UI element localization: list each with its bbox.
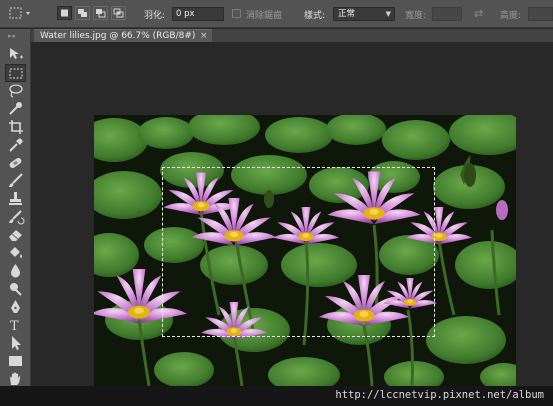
width-label: 寬度: [405, 11, 427, 21]
paint-bucket-tool[interactable] [5, 244, 26, 262]
brush-icon [9, 173, 23, 187]
style-label: 樣式: [304, 11, 326, 21]
antialias-label: 消除鋸齒 [246, 11, 283, 21]
style-select[interactable]: 正常 ▼ [333, 7, 395, 21]
antialias-checkbox[interactable] [232, 9, 241, 18]
document-tab-title: Water lilies.jpg @ 66.7% (RGB/8#) [40, 31, 196, 41]
watermark-text: http://lccnetvip.pixnet.net/album [335, 389, 544, 401]
horizontal-type-tool[interactable]: T [5, 316, 26, 334]
height-input[interactable] [528, 7, 553, 21]
lasso-icon [9, 84, 23, 98]
subtract-from-selection-button[interactable] [93, 6, 108, 20]
feather-label: 羽化: [144, 11, 166, 21]
clone-stamp-tool[interactable] [5, 190, 26, 208]
bandage-icon [9, 157, 22, 169]
new-selection-button[interactable] [57, 6, 72, 20]
add-to-selection-button[interactable] [75, 6, 90, 20]
water-lilies-photo [94, 115, 516, 386]
paint-bucket-icon [10, 247, 22, 258]
eyedropper-tool[interactable] [5, 136, 26, 154]
tools-panel: ▸▸ T [0, 29, 31, 406]
move-icon [10, 48, 23, 59]
rectangle-icon [9, 356, 22, 366]
eraser-tool[interactable] [5, 226, 26, 244]
width-input[interactable] [432, 7, 462, 21]
rectangular-marquee-tool[interactable] [5, 64, 26, 82]
dodge-tool[interactable] [5, 280, 26, 298]
type-icon: T [10, 319, 19, 334]
eraser-icon [9, 230, 22, 241]
brush-tool[interactable] [5, 172, 26, 190]
document-tab-bar: Water lilies.jpg @ 66.7% (RGB/8#) × [31, 29, 553, 42]
move-tool[interactable] [5, 45, 26, 63]
pen-icon [11, 300, 20, 313]
crop-icon [9, 120, 23, 134]
lasso-tool[interactable] [5, 82, 26, 100]
dodge-icon [10, 283, 22, 296]
blur-tool[interactable] [5, 262, 26, 280]
swap-dimensions-icon[interactable]: ⇄ [474, 7, 483, 20]
spot-healing-brush-tool[interactable] [5, 154, 26, 172]
quick-selection-tool[interactable] [5, 100, 26, 118]
pen-tool[interactable] [5, 298, 26, 316]
document-tab[interactable]: Water lilies.jpg @ 66.7% (RGB/8#) × [34, 29, 212, 42]
path-selection-tool[interactable] [5, 334, 26, 352]
height-label: 高度: [500, 11, 522, 21]
history-brush-tool[interactable] [5, 208, 26, 226]
panel-collapse-icon[interactable]: ▸▸ [8, 32, 17, 40]
style-select-value: 正常 [338, 9, 356, 19]
intersect-selection-button[interactable] [111, 6, 126, 20]
document-canvas[interactable] [94, 115, 516, 386]
feather-input[interactable]: 0 px [172, 7, 224, 21]
options-bar: 羽化: 0 px 消除鋸齒 樣式: 正常 ▼ 寬度: ⇄ 高度: [0, 0, 553, 28]
rectangle-tool[interactable] [5, 352, 26, 370]
eyedropper-icon [9, 138, 23, 152]
quick-selection-icon [9, 102, 22, 115]
svg-text:T: T [10, 319, 19, 334]
crop-tool[interactable] [5, 118, 26, 136]
arrow-icon [12, 336, 21, 350]
blur-drop-icon [11, 264, 20, 278]
watermark-bar: http://lccnetvip.pixnet.net/album [0, 386, 553, 406]
close-icon[interactable]: × [200, 30, 208, 42]
stamp-icon [9, 192, 22, 205]
chevron-down-icon: ▼ [385, 10, 391, 18]
tool-preset-picker[interactable] [6, 5, 34, 22]
history-brush-icon [9, 210, 25, 225]
marquee-icon [9, 68, 23, 79]
